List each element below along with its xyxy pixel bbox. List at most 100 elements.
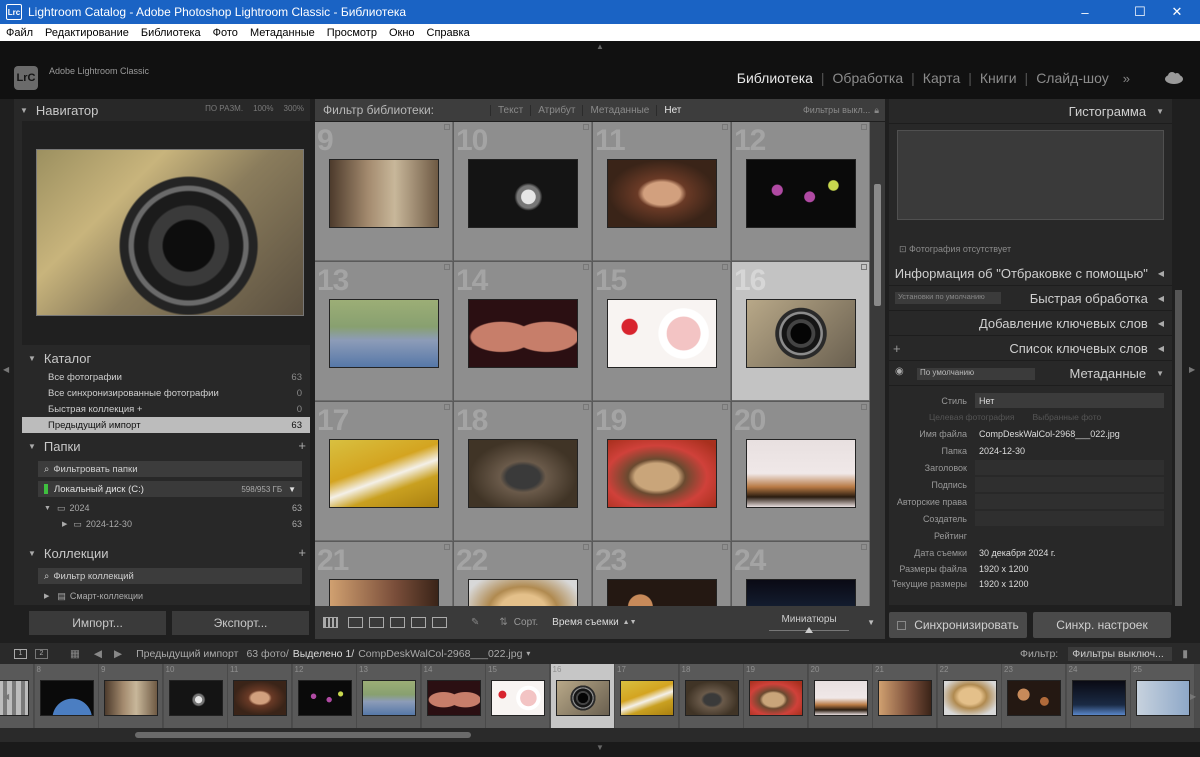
badge-icon[interactable] bbox=[583, 544, 589, 550]
filter-none[interactable]: Нет bbox=[656, 104, 688, 116]
filmstrip-thumbnail[interactable] bbox=[168, 680, 223, 716]
badge-icon[interactable] bbox=[583, 264, 589, 270]
badge-icon[interactable] bbox=[861, 264, 867, 270]
grid-cell[interactable]: 13 bbox=[315, 262, 453, 401]
filmstrip-cell[interactable]: 17 bbox=[615, 664, 679, 728]
grid-cell[interactable]: 20 bbox=[732, 402, 870, 541]
expand-triangle-icon[interactable]: ▶ bbox=[44, 592, 49, 600]
menu-photo[interactable]: Фото bbox=[207, 27, 244, 39]
filmstrip-cell[interactable]: 14 bbox=[421, 664, 486, 728]
eye-icon[interactable]: ◉ bbox=[895, 366, 904, 377]
smart-collections[interactable]: ▶ ▤ Смарт-коллекции bbox=[22, 588, 310, 604]
import-button[interactable]: Импорт... bbox=[29, 611, 166, 635]
filmstrip-filter-dropdown[interactable]: Фильтры выключ... bbox=[1068, 646, 1173, 661]
sort-dropdown[interactable]: Время съемки bbox=[552, 617, 619, 628]
add-keyword-icon[interactable]: + bbox=[893, 341, 901, 356]
menu-view[interactable]: Просмотр bbox=[321, 27, 383, 39]
people-view-icon[interactable] bbox=[411, 617, 426, 628]
filmstrip-cell[interactable]: 8 bbox=[34, 664, 99, 728]
filmstrip-cell[interactable]: 10 bbox=[163, 664, 228, 728]
badge-icon[interactable] bbox=[861, 404, 867, 410]
more-modules-icon[interactable]: » bbox=[1123, 71, 1130, 86]
badge-icon[interactable] bbox=[722, 404, 728, 410]
filmstrip-cell[interactable]: 19 bbox=[744, 664, 808, 728]
badge-icon[interactable] bbox=[861, 124, 867, 130]
sync-button[interactable]: Синхронизировать bbox=[889, 612, 1027, 638]
navigator-preview-image[interactable] bbox=[36, 149, 304, 316]
badge-icon[interactable] bbox=[722, 124, 728, 130]
badge-icon[interactable] bbox=[583, 124, 589, 130]
photo-thumbnail[interactable] bbox=[746, 579, 856, 606]
field-value[interactable] bbox=[975, 511, 1164, 526]
section-quick-develop[interactable]: Установки по умолчанию Быстрая обработка… bbox=[889, 286, 1172, 311]
filmstrip-cell[interactable]: 21 bbox=[873, 664, 937, 728]
filmstrip-thumbnail[interactable] bbox=[39, 680, 94, 716]
histogram-header[interactable]: Гистограмма ▼ bbox=[889, 99, 1172, 124]
filmstrip-thumbnail[interactable] bbox=[1071, 680, 1126, 716]
tab-selected-photos[interactable]: Выбранные фото bbox=[1033, 412, 1102, 422]
grid-icon[interactable]: ▦ bbox=[70, 648, 80, 660]
grid-cell[interactable]: 11 bbox=[593, 122, 731, 261]
grid-cell[interactable]: 14 bbox=[454, 262, 592, 401]
filmstrip-cell[interactable]: 12 bbox=[292, 664, 357, 728]
thumbnail-size-slider[interactable]: Миниатюры bbox=[769, 614, 850, 633]
filmstrip-thumbnail[interactable] bbox=[1007, 680, 1061, 716]
catalog-item-quick-collection[interactable]: Быстрая коллекция + 0 bbox=[22, 401, 310, 417]
filmstrip-thumbnail[interactable] bbox=[620, 680, 674, 716]
loupe-view-icon[interactable] bbox=[348, 617, 363, 628]
minimize-button[interactable]: – bbox=[1062, 0, 1108, 24]
grid-cell[interactable]: 19 bbox=[593, 402, 731, 541]
filmstrip-scrollbar-thumb[interactable] bbox=[135, 732, 471, 738]
navigator-header[interactable]: ▼ Навигатор ПО РАЗМ. 100% 300% bbox=[14, 99, 310, 121]
module-book[interactable]: Книги bbox=[972, 70, 1025, 86]
filmstrip-cell[interactable]: 13 bbox=[357, 664, 421, 728]
menu-edit[interactable]: Редактирование bbox=[39, 27, 135, 39]
photo-thumbnail[interactable] bbox=[746, 299, 856, 368]
quick-develop-preset[interactable]: Установки по умолчанию bbox=[895, 292, 1001, 304]
metadata-preset[interactable]: По умолчанию bbox=[917, 368, 1035, 380]
filmstrip-thumbnail[interactable] bbox=[491, 680, 545, 716]
filmstrip-thumbnail[interactable] bbox=[684, 680, 739, 716]
grid-cell[interactable]: 9 bbox=[315, 122, 453, 261]
survey-view-icon[interactable] bbox=[390, 617, 405, 628]
badge-icon[interactable] bbox=[444, 264, 450, 270]
field-value[interactable] bbox=[975, 460, 1164, 475]
grid-scrollbar[interactable] bbox=[870, 122, 885, 606]
catalog-header[interactable]: ▼ Каталог bbox=[22, 347, 310, 369]
grid-scrollbar-thumb[interactable] bbox=[874, 184, 881, 306]
filmstrip-cell[interactable]: 20 bbox=[808, 664, 873, 728]
menu-metadata[interactable]: Метаданные bbox=[244, 27, 321, 39]
photo-thumbnail[interactable] bbox=[468, 299, 578, 368]
filmstrip-cell[interactable]: 15 bbox=[486, 664, 550, 728]
field-value[interactable] bbox=[975, 477, 1164, 492]
presentation-view-icon[interactable] bbox=[432, 617, 447, 628]
field-value[interactable]: CompDeskWalCol-2968___022.jpg bbox=[975, 426, 1164, 441]
badge-icon[interactable] bbox=[722, 264, 728, 270]
menu-window[interactable]: Окно bbox=[383, 27, 421, 39]
filter-attribute[interactable]: Атрибут bbox=[530, 104, 582, 116]
grid-cell[interactable]: 10 bbox=[454, 122, 592, 261]
add-collection-icon[interactable]: + bbox=[298, 545, 306, 560]
section-keyword-list[interactable]: + Список ключевых слов ◀ bbox=[889, 336, 1172, 361]
grid-cell[interactable]: 16 bbox=[732, 262, 870, 401]
filmstrip-thumbnail[interactable] bbox=[297, 680, 352, 716]
field-value[interactable]: 2024-12-30 bbox=[975, 443, 1164, 458]
close-button[interactable]: ✕ bbox=[1154, 0, 1200, 24]
filmstrip-cell[interactable]: 22 bbox=[937, 664, 1002, 728]
style-dropdown[interactable]: Нет bbox=[975, 393, 1164, 408]
badge-icon[interactable] bbox=[861, 544, 867, 550]
grid-cell[interactable]: 15 bbox=[593, 262, 731, 401]
module-library[interactable]: Библиотека bbox=[729, 70, 821, 86]
grid-cell[interactable]: 21 bbox=[315, 542, 453, 606]
volume-dropdown-icon[interactable]: ▼ bbox=[288, 485, 296, 494]
folder-filter-input[interactable]: ⌕ Фильтровать папки bbox=[38, 461, 302, 477]
badge-icon[interactable] bbox=[722, 544, 728, 550]
filter-lock-icon[interactable]: ▮ bbox=[1182, 648, 1188, 660]
grid-cell[interactable]: 18 bbox=[454, 402, 592, 541]
photo-thumbnail[interactable] bbox=[468, 579, 578, 606]
filmstrip-thumbnail[interactable] bbox=[555, 680, 610, 716]
module-develop[interactable]: Обработка bbox=[825, 70, 912, 86]
filmstrip-thumbnail[interactable] bbox=[426, 680, 481, 716]
photo-thumbnail[interactable] bbox=[329, 439, 439, 508]
filmstrip-cell[interactable]: 18 bbox=[679, 664, 744, 728]
